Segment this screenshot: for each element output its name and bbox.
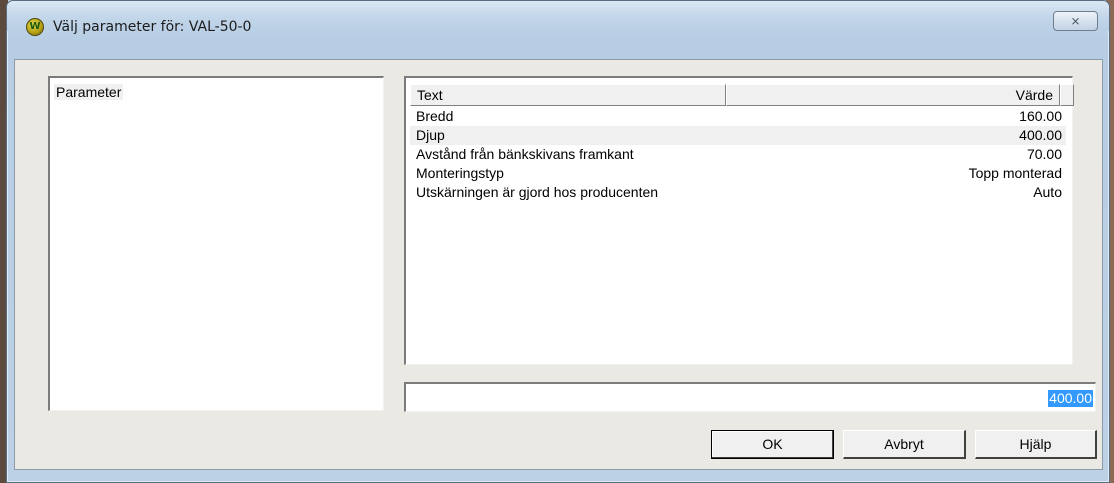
value-input-text: 400.00 [1048, 390, 1093, 407]
row-value: 160.00 [1019, 108, 1062, 124]
table-row[interactable]: Utskärningen är gjord hos producenten Aut… [410, 183, 1066, 202]
window-title: Välj parameter för: VAL-50-0 [53, 19, 252, 35]
ok-button[interactable]: OK [711, 430, 834, 459]
row-text: Djup [416, 127, 445, 143]
row-text: Avstånd från bänkskivans framkant [416, 146, 634, 162]
table-row[interactable]: Djup 400.00 [410, 126, 1066, 145]
parameter-table[interactable]: Text Värde Bredd 160.00 Djup 400.00 Avstånd … [404, 76, 1074, 365]
close-icon: ⨯ [1070, 14, 1081, 28]
value-input[interactable]: 400.00 [404, 382, 1096, 412]
table-row[interactable]: Bredd 160.00 [410, 107, 1066, 126]
parameter-dialog: W Välj parameter för: VAL-50-0 ⨯ Paramet… [6, 0, 1110, 483]
table-row[interactable]: Avstånd från bänkskivans framkant 70.00 [410, 145, 1066, 164]
table-row[interactable]: Monteringstyp Topp monterad [410, 164, 1066, 183]
cancel-button[interactable]: Avbryt [843, 430, 966, 459]
row-text: Monteringstyp [416, 165, 504, 181]
column-header-text[interactable]: Text [410, 84, 726, 106]
row-value: 70.00 [1026, 146, 1062, 162]
close-button[interactable]: ⨯ [1053, 11, 1098, 31]
help-button[interactable]: Hjälp [975, 430, 1097, 459]
row-value: Topp monterad [968, 165, 1062, 181]
parameter-list-header: Parameter [54, 84, 124, 100]
row-value: 400.00 [1019, 127, 1062, 143]
row-text: Bredd [416, 108, 454, 124]
dialog-body: Parameter Text Värde Bredd 160.00 Djup 400.… [14, 59, 1103, 470]
row-value: Auto [1033, 184, 1062, 200]
column-header-value[interactable]: Värde [726, 84, 1060, 106]
parameter-list[interactable]: Parameter [48, 76, 384, 411]
column-header-filler [1060, 84, 1074, 106]
table-rows: Bredd 160.00 Djup 400.00 Avstånd från bänksk… [410, 107, 1066, 202]
row-text: Utskärningen är gjord hos producenten [416, 184, 659, 200]
app-logo-icon: W [26, 18, 44, 36]
